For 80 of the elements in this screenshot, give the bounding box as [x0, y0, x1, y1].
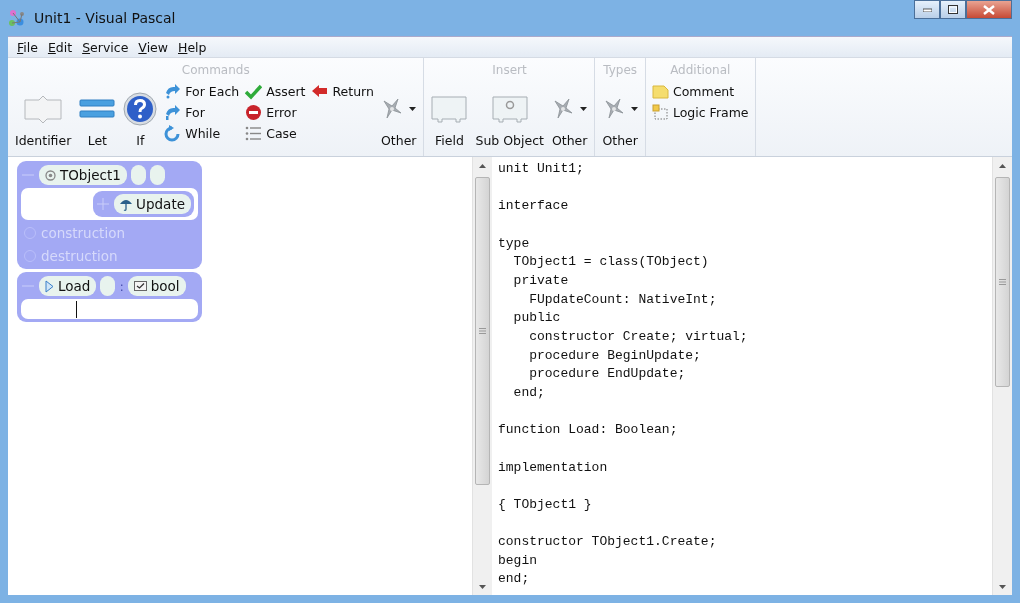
circular-arrow-icon: [164, 125, 182, 142]
ribbon-dropdown-button[interactable]: Other: [377, 80, 420, 156]
grip-lines-icon: [479, 328, 486, 334]
expand-toggle[interactable]: [96, 197, 111, 211]
group-title: Types: [603, 62, 638, 79]
dashed-frame-icon: [651, 104, 669, 121]
left-arrow-icon: [311, 83, 329, 100]
ribbon-dropdown-button[interactable]: Other: [599, 80, 641, 156]
ribbon-button[interactable]: Logic Frame: [649, 103, 751, 122]
field-plate-icon: [431, 95, 468, 123]
curved-arrow-icon: [164, 83, 182, 100]
scroll-down-icon: [479, 584, 486, 589]
scroll-up-icon: [479, 163, 486, 168]
ribbon-button[interactable]: Let: [76, 80, 119, 156]
note-icon: [651, 83, 669, 100]
maximize-button[interactable]: [940, 0, 966, 19]
minimize-icon: [922, 7, 932, 12]
ribbon-button[interactable]: Field: [428, 80, 471, 156]
menu-item[interactable]: Edit: [42, 39, 78, 55]
play-triangle-icon: [45, 279, 54, 293]
scrollbar-thumb[interactable]: [995, 177, 1010, 387]
app-logo-icon: [8, 9, 26, 27]
group-title: Insert: [492, 62, 527, 79]
group-title: Commands: [181, 62, 250, 79]
scroll-down-icon: [999, 584, 1006, 589]
empty-slot[interactable]: [130, 165, 146, 185]
sub-object-plate-icon: [491, 95, 528, 123]
ribbon-button[interactable]: If: [120, 80, 161, 156]
ribbon-button[interactable]: Return: [309, 82, 376, 101]
vertical-scrollbar[interactable]: [992, 157, 1012, 595]
name-chip[interactable]: TObject1: [39, 165, 127, 185]
ribbon-button[interactable]: For: [162, 103, 207, 122]
menu-item[interactable]: Service: [77, 39, 134, 55]
empty-slot[interactable]: [100, 276, 116, 296]
target-icon: [45, 169, 56, 181]
list-icon: [245, 125, 263, 142]
code-text: unit Unit1; interface type TObject1 = class(TObject) private FUpdateCount: NativeInt; public constructor Create; virtual; procedure BeginUpdate; procedure EndUpdate; end; function Load: Boolean; implementation { TObject1 } constructor TObject1.Create; begin end;: [498, 160, 748, 589]
equals-sign-icon: [79, 98, 116, 120]
scroll-up-icon: [999, 163, 1006, 168]
ribbon-button[interactable]: Assert: [243, 82, 308, 101]
group-title: Additional: [670, 62, 731, 79]
shuriken-icon: [552, 98, 575, 120]
scrollbar-thumb[interactable]: [475, 177, 490, 485]
checkbox-icon: [133, 281, 147, 291]
function-body-field[interactable]: [21, 299, 198, 319]
menu-item[interactable]: File: [12, 39, 43, 55]
shuriken-icon: [381, 98, 404, 120]
dropdown-arrow-icon: [409, 107, 417, 111]
ribbon-dropdown-button[interactable]: Other: [548, 80, 591, 156]
close-button[interactable]: [966, 0, 1012, 19]
umbrella-icon: [120, 197, 133, 211]
minimize-button[interactable]: [914, 0, 940, 19]
window-title: Unit1 - Visual Pascal: [34, 10, 176, 26]
no-entry-icon: [245, 104, 263, 121]
tag-shape-icon: [23, 94, 64, 124]
check-mark-icon: [245, 83, 263, 100]
vertical-scrollbar[interactable]: [472, 157, 492, 595]
empty-slot[interactable]: [149, 165, 165, 185]
close-icon: [983, 4, 995, 15]
ribbon-button[interactable]: Identifier: [12, 80, 75, 156]
type-chip[interactable]: bool: [127, 276, 186, 296]
plus-icon: [97, 198, 110, 210]
menu-item[interactable]: Help: [173, 39, 212, 55]
ribbon-button[interactable]: Comment: [649, 82, 737, 101]
grip-lines-icon: [999, 279, 1006, 285]
name-chip[interactable]: Update: [114, 194, 191, 214]
ribbon-button[interactable]: Sub Object: [472, 80, 547, 156]
maximize-icon: [948, 5, 958, 14]
ribbon-button[interactable]: For Each: [162, 82, 242, 101]
ribbon-button[interactable]: Case: [243, 124, 299, 143]
dropdown-arrow-icon: [580, 107, 588, 111]
text-cursor: [76, 300, 77, 318]
menu-item[interactable]: View: [133, 39, 173, 55]
type-separator: :: [119, 278, 124, 294]
dropdown-arrow-icon: [630, 107, 638, 111]
ribbon-button[interactable]: While: [162, 124, 223, 143]
name-chip[interactable]: Load: [39, 276, 97, 296]
ribbon-button[interactable]: Error: [243, 103, 299, 122]
question-mark-icon: [123, 92, 158, 126]
curved-arrow-icon: [164, 104, 182, 121]
